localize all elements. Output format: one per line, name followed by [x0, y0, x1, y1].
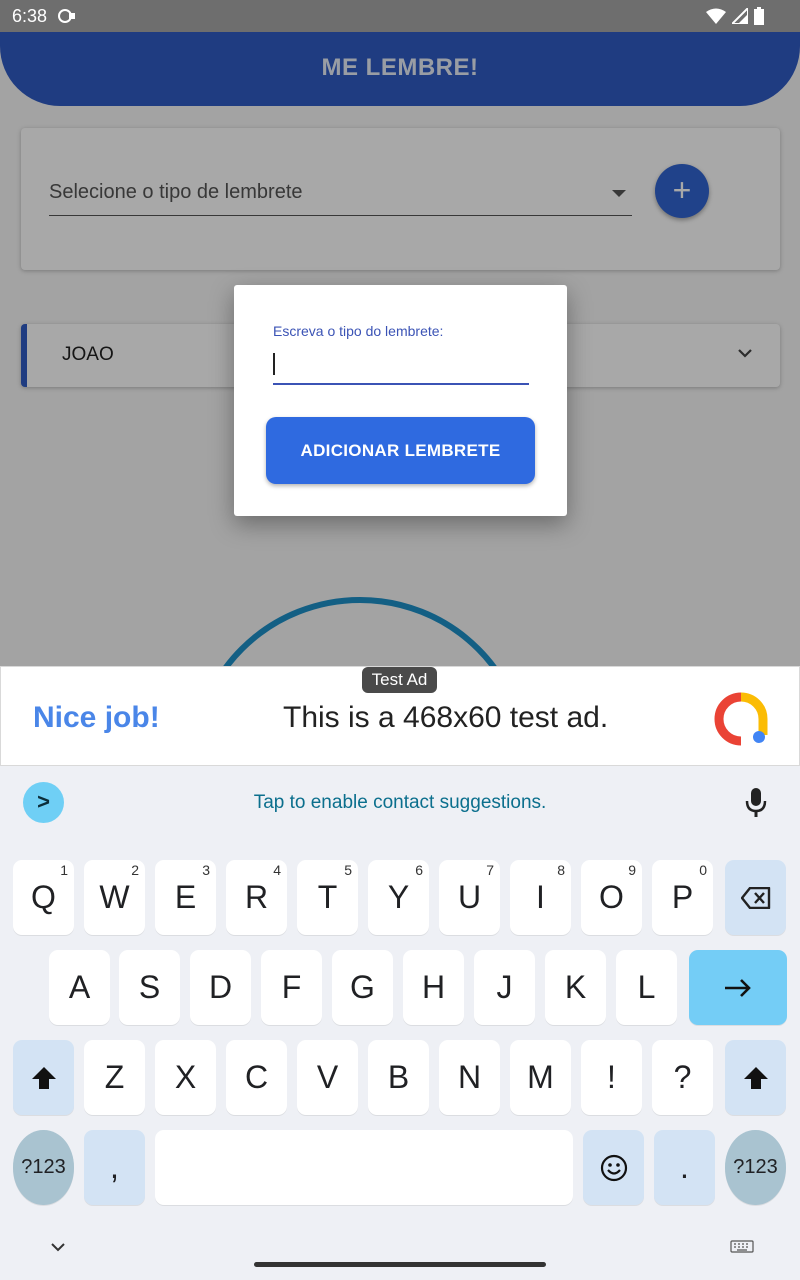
key-shift-left[interactable]	[13, 1040, 74, 1115]
key-n[interactable]: N	[439, 1040, 500, 1115]
key-label: Q	[31, 879, 56, 915]
key-s[interactable]: S	[119, 950, 180, 1025]
suggestion-strip: > Tap to enable contact suggestions.	[0, 766, 800, 842]
key-comma[interactable]: ,	[84, 1130, 145, 1205]
key-g[interactable]: G	[332, 950, 393, 1025]
soft-keyboard: > Tap to enable contact suggestions. Q1 …	[0, 766, 800, 1280]
key-f[interactable]: F	[261, 950, 322, 1025]
status-time: 6:38	[12, 6, 48, 26]
key-b[interactable]: B	[368, 1040, 429, 1115]
key-j[interactable]: J	[474, 950, 535, 1025]
battery-icon	[754, 7, 764, 25]
key-number-hint: 7	[486, 862, 494, 878]
shift-icon	[31, 1066, 56, 1089]
key-w[interactable]: W2	[84, 860, 145, 935]
microphone-icon[interactable]	[745, 788, 767, 818]
backspace-icon	[740, 886, 770, 909]
key-symbols-right[interactable]: ?123	[725, 1130, 786, 1205]
key-number-hint: 4	[273, 862, 281, 878]
key-space[interactable]	[155, 1130, 573, 1205]
key-z[interactable]: Z	[84, 1040, 145, 1115]
key-enter[interactable]	[689, 950, 787, 1025]
key-u[interactable]: U7	[439, 860, 500, 935]
reminder-type-input[interactable]	[273, 347, 529, 385]
key-a[interactable]: A	[49, 950, 110, 1025]
status-bar: 6:38	[0, 0, 800, 32]
key-t[interactable]: T5	[297, 860, 358, 935]
key-period[interactable]: .	[654, 1130, 715, 1205]
key-label: U	[457, 879, 482, 915]
key-question[interactable]: ?	[652, 1040, 713, 1115]
key-backspace[interactable]	[725, 860, 786, 935]
contact-suggestions-prompt[interactable]: Tap to enable contact suggestions.	[0, 792, 800, 814]
key-label: R	[244, 879, 269, 915]
key-number-hint: 1	[60, 862, 68, 878]
keyboard-switcher-icon[interactable]	[730, 1240, 754, 1256]
key-p[interactable]: P0	[652, 860, 713, 935]
key-k[interactable]: K	[545, 950, 606, 1025]
key-q[interactable]: Q1	[13, 860, 74, 935]
key-e[interactable]: E3	[155, 860, 216, 935]
ad-text: This is a 468x60 test ad.	[283, 701, 609, 734]
ad-logo-icon	[714, 692, 768, 746]
key-number-hint: 6	[415, 862, 423, 878]
key-number-hint: 5	[344, 862, 352, 878]
test-ad-badge: Test Ad	[362, 667, 437, 693]
key-l[interactable]: L	[616, 950, 677, 1025]
key-number-hint: 2	[131, 862, 139, 878]
notification-icon	[58, 9, 75, 23]
key-label: O	[599, 879, 624, 915]
system-icons	[706, 7, 764, 25]
hide-keyboard-icon[interactable]	[50, 1242, 66, 1252]
key-symbols-left[interactable]: ?123	[13, 1130, 74, 1205]
add-reminder-button[interactable]: ADICIONAR LEMBRETE	[266, 417, 535, 484]
key-shift-right[interactable]	[725, 1040, 786, 1115]
key-m[interactable]: M	[510, 1040, 571, 1115]
key-number-hint: 3	[202, 862, 210, 878]
home-gesture-pill[interactable]	[254, 1262, 546, 1267]
key-o[interactable]: O9	[581, 860, 642, 935]
reminder-type-field-label: Escreva o tipo do lembrete:	[273, 323, 444, 339]
navigation-bar	[0, 1230, 800, 1280]
key-number-hint: 0	[699, 862, 707, 878]
key-label: E	[174, 879, 197, 915]
key-r[interactable]: R4	[226, 860, 287, 935]
add-reminder-dialog: Escreva o tipo do lembrete: ADICIONAR LE…	[234, 285, 567, 516]
signal-icon	[732, 8, 748, 24]
text-cursor	[273, 353, 275, 375]
wifi-icon	[706, 8, 726, 24]
key-emoji[interactable]	[583, 1130, 644, 1205]
ad-headline: Nice job!	[33, 701, 160, 734]
key-v[interactable]: V	[297, 1040, 358, 1115]
key-number-hint: 8	[557, 862, 565, 878]
key-d[interactable]: D	[190, 950, 251, 1025]
key-label: W	[99, 879, 130, 915]
key-label: P	[671, 879, 694, 915]
key-x[interactable]: X	[155, 1040, 216, 1115]
key-number-hint: 9	[628, 862, 636, 878]
key-h[interactable]: H	[403, 950, 464, 1025]
key-label: T	[317, 879, 338, 915]
key-c[interactable]: C	[226, 1040, 287, 1115]
key-exclamation[interactable]: !	[581, 1040, 642, 1115]
ad-banner[interactable]: Test Ad Nice job! This is a 468x60 test …	[0, 666, 800, 766]
key-i[interactable]: I8	[510, 860, 571, 935]
emoji-icon	[600, 1154, 627, 1181]
key-y[interactable]: Y6	[368, 860, 429, 935]
key-label: I	[536, 879, 545, 915]
key-label: Y	[387, 879, 410, 915]
shift-icon	[743, 1066, 768, 1089]
arrow-right-icon	[725, 978, 751, 997]
